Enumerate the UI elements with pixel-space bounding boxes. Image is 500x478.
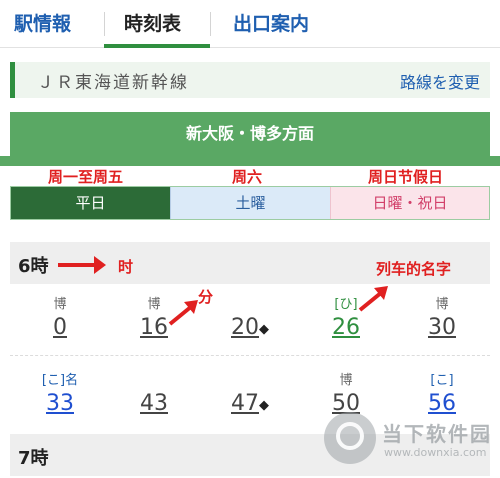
watermark: 当下软件园 www.downxia.com [318,408,498,474]
departure-6-00[interactable]: 博 0 [20,296,100,342]
annotation-train-name: 列车的名字 [376,260,452,278]
line-name: ＪＲ東海道新幹線 [37,73,189,93]
train-tag: 博 [435,297,449,312]
diamond-icon: ◆ [259,322,269,337]
departure-6-16[interactable]: 博 16 [114,296,194,342]
hour-label: 6時 [18,256,49,277]
day-tab-saturday[interactable]: 土曜 [170,187,330,219]
departure-6-43[interactable]: 43 [114,372,194,418]
train-tag: 博 [53,297,67,312]
departure-minute: 16 [140,315,168,340]
row-divider [10,355,490,356]
top-tab-bar: 駅情報 時刻表 出口案内 [0,0,500,48]
annotation-weekday: 周一至周五 [48,168,124,186]
departure-minute: 20 [231,315,259,340]
watermark-brand: 当下软件园 [382,422,492,446]
line-bar: ＪＲ東海道新幹線 路線を変更 [10,62,490,98]
departure-minute: 30 [428,315,456,340]
annotation-hour: 时 [118,258,134,276]
departure-minute: 47 [231,391,259,416]
watermark-logo-ring [336,422,364,450]
train-tag [210,296,290,314]
departure-6-30[interactable]: 博 30 [402,296,482,342]
tab-separator [104,12,105,36]
section-divider [0,156,500,166]
direction-button[interactable]: 新大阪・博多方面 [10,112,490,156]
train-tag [210,372,290,390]
train-tag: [ひ] [334,297,358,312]
arrow-icon [58,256,106,274]
departure-6-20[interactable]: 20◆ [210,296,290,342]
tab-exit-guide[interactable]: 出口案内 [233,8,309,40]
train-tag: [こ]名 [41,373,79,388]
departure-6-26[interactable]: [ひ] 26 [306,296,386,342]
day-tab-weekday[interactable]: 平日 [11,187,170,219]
day-type-tabs: 平日 土曜 日曜・祝日 [10,186,490,220]
departure-6-47[interactable]: 47◆ [210,372,290,418]
tab-station-info[interactable]: 駅情報 [14,8,71,40]
departure-minute: 26 [332,315,360,340]
departure-minute: 43 [140,391,168,416]
active-tab-indicator [104,44,210,48]
annotation-saturday: 周六 [232,168,263,186]
departure-minute: 0 [53,315,67,340]
departure-6-33[interactable]: [こ]名 33 [20,372,100,418]
train-tag: [こ] [430,373,454,388]
train-tag [114,372,194,390]
diamond-icon: ◆ [259,398,269,413]
change-line-link[interactable]: 路線を変更 [400,69,480,93]
hour-label: 7時 [18,448,49,469]
departure-minute: 33 [46,391,74,416]
watermark-url: www.downxia.com [384,446,487,459]
train-tag: 博 [147,297,161,312]
day-tab-holiday[interactable]: 日曜・祝日 [330,187,489,219]
tab-separator [210,12,211,36]
train-tag: 博 [339,373,353,388]
annotation-holiday: 周日节假日 [368,168,444,186]
tab-timetable[interactable]: 時刻表 [124,8,181,40]
